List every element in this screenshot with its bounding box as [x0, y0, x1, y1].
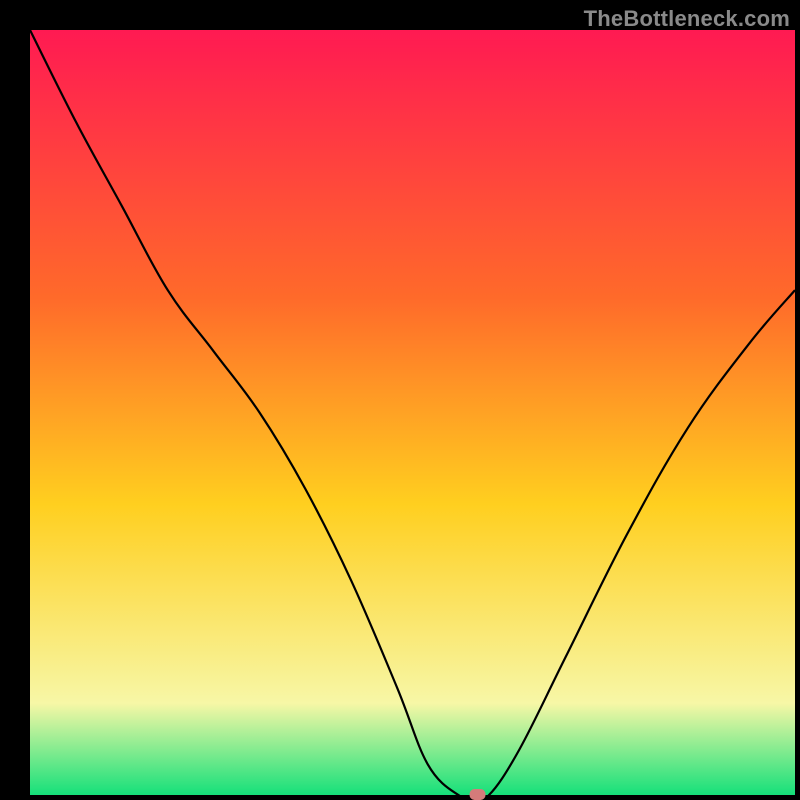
- chart-plot-area: [30, 30, 795, 795]
- curve-marker: [470, 789, 486, 800]
- bottleneck-chart: [0, 0, 800, 800]
- chart-container: TheBottleneck.com: [0, 0, 800, 800]
- watermark-label: TheBottleneck.com: [584, 6, 790, 32]
